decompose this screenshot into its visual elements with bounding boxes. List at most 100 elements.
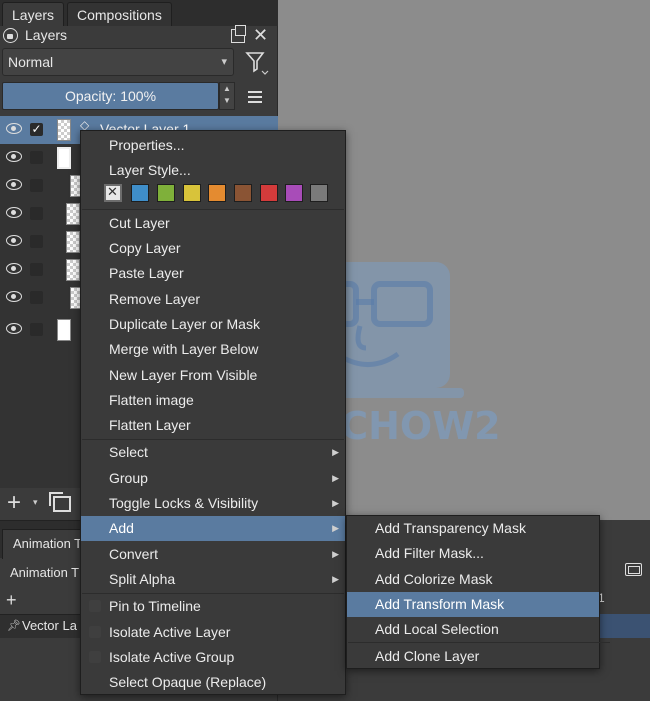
menu-item-pin-timeline[interactable]: Pin to Timeline bbox=[81, 594, 345, 619]
tab-layers[interactable]: Layers bbox=[2, 2, 65, 26]
blend-mode-select[interactable]: Normal ▾ bbox=[2, 48, 234, 76]
menu-item-duplicate-layer[interactable]: Duplicate Layer or Mask bbox=[81, 312, 345, 337]
menu-item-isolate-group[interactable]: Isolate Active Group bbox=[81, 645, 345, 670]
menu-item-flatten-layer[interactable]: Flatten Layer bbox=[81, 413, 345, 438]
layer-checkbox[interactable] bbox=[30, 291, 43, 304]
layer-thumbnail bbox=[66, 203, 80, 225]
menu-item-label: Split Alpha bbox=[109, 571, 176, 587]
duplicate-layer-icon[interactable] bbox=[49, 492, 71, 512]
add-layer-icon[interactable]: + bbox=[7, 491, 21, 515]
layer-thumbnail bbox=[57, 119, 71, 141]
checkbox[interactable] bbox=[89, 651, 101, 663]
docker-title: Layers bbox=[25, 27, 68, 43]
menu-separator bbox=[82, 209, 344, 210]
docker-tabbar: Layers Compositions bbox=[0, 0, 278, 26]
menu-item-label: Isolate Active Group bbox=[109, 649, 235, 665]
blend-mode-value: Normal bbox=[8, 54, 54, 70]
lock-icon[interactable] bbox=[3, 28, 18, 43]
submenu-arrow-icon: ▶ bbox=[332, 498, 339, 508]
submenu-arrow-icon: ▶ bbox=[332, 473, 339, 483]
opacity-slider[interactable]: Opacity: 100% bbox=[2, 82, 219, 110]
submenu-arrow-icon: ▶ bbox=[332, 523, 339, 533]
filter-icon[interactable] bbox=[242, 50, 270, 76]
menu-item-cut-layer[interactable]: Cut Layer bbox=[81, 211, 345, 236]
menu-item-label: Isolate Active Layer bbox=[109, 624, 231, 640]
layer-checkbox[interactable] bbox=[30, 151, 43, 164]
menu-item-merge-below[interactable]: Merge with Layer Below bbox=[81, 337, 345, 362]
layer-checkbox[interactable]: ✓ bbox=[30, 123, 43, 136]
layer-context-menu: Properties... Layer Style... Cut Layer C… bbox=[80, 130, 346, 695]
tab-animation-timeline[interactable]: Animation T bbox=[2, 529, 90, 559]
frame-view-icon[interactable] bbox=[625, 563, 642, 576]
menu-item-copy-layer[interactable]: Copy Layer bbox=[81, 236, 345, 261]
layer-checkbox[interactable] bbox=[30, 323, 43, 336]
layer-checkbox[interactable] bbox=[30, 207, 43, 220]
menu-item-select[interactable]: Select ▶ bbox=[81, 440, 345, 465]
menu-item-flatten-image[interactable]: Flatten image bbox=[81, 388, 345, 413]
color-swatch-orange[interactable] bbox=[208, 184, 226, 202]
eye-icon[interactable] bbox=[6, 207, 22, 218]
menu-item-add-transparency-mask[interactable]: Add Transparency Mask bbox=[347, 516, 599, 541]
submenu-arrow-icon: ▶ bbox=[332, 549, 339, 559]
menu-item-convert[interactable]: Convert ▶ bbox=[81, 542, 345, 567]
layer-checkbox[interactable] bbox=[30, 263, 43, 276]
animation-docker-title: Animation T bbox=[10, 565, 80, 580]
opacity-spinner[interactable]: ▲ ▼ bbox=[219, 82, 235, 110]
menu-item-add-transform-mask[interactable]: Add Transform Mask bbox=[347, 592, 599, 617]
layer-thumbnail bbox=[66, 259, 80, 281]
layer-checkbox[interactable] bbox=[30, 235, 43, 248]
submenu-arrow-icon: ▶ bbox=[332, 447, 339, 457]
color-swatch-gray[interactable] bbox=[310, 184, 328, 202]
timeline-frames-track[interactable] bbox=[598, 614, 650, 638]
no-color-swatch[interactable] bbox=[104, 184, 122, 202]
color-swatch-green[interactable] bbox=[157, 184, 175, 202]
menu-item-toggle-locks[interactable]: Toggle Locks & Visibility ▶ bbox=[81, 491, 345, 516]
menu-item-new-from-visible[interactable]: New Layer From Visible bbox=[81, 363, 345, 388]
color-swatch-brown[interactable] bbox=[234, 184, 252, 202]
chevron-down-icon[interactable]: ▾ bbox=[33, 497, 38, 508]
layer-checkbox[interactable] bbox=[30, 179, 43, 192]
background-layer-thumbnail bbox=[57, 319, 71, 341]
eye-icon[interactable] bbox=[6, 235, 22, 246]
menu-item-add[interactable]: Add ▶ bbox=[81, 516, 345, 541]
checkbox[interactable] bbox=[89, 626, 101, 638]
add-keyframe-icon[interactable]: + bbox=[6, 590, 17, 611]
menu-item-split-alpha[interactable]: Split Alpha ▶ bbox=[81, 567, 345, 592]
checkbox[interactable] bbox=[89, 600, 101, 612]
add-submenu: Add Transparency Mask Add Filter Mask...… bbox=[346, 515, 610, 669]
color-swatch-blue[interactable] bbox=[131, 184, 149, 202]
menu-item-group[interactable]: Group ▶ bbox=[81, 466, 345, 491]
tab-compositions[interactable]: Compositions bbox=[67, 2, 172, 26]
color-swatch-yellow[interactable] bbox=[183, 184, 201, 202]
menu-separator bbox=[348, 642, 610, 643]
eye-icon[interactable] bbox=[6, 263, 22, 274]
eye-icon[interactable] bbox=[6, 151, 22, 162]
color-swatch-red[interactable] bbox=[260, 184, 278, 202]
eye-icon[interactable] bbox=[6, 179, 22, 190]
eye-icon[interactable] bbox=[6, 291, 22, 302]
eye-icon[interactable] bbox=[6, 323, 22, 334]
hamburger-menu-icon[interactable] bbox=[248, 91, 262, 103]
color-swatch-purple[interactable] bbox=[285, 184, 303, 202]
menu-item-remove-layer[interactable]: Remove Layer bbox=[81, 287, 345, 312]
menu-item-properties[interactable]: Properties... bbox=[81, 133, 345, 158]
menu-item-label: Toggle Locks & Visibility bbox=[109, 495, 259, 511]
pin-icon[interactable]: 📌︎ bbox=[7, 619, 21, 632]
menu-item-isolate-layer[interactable]: Isolate Active Layer bbox=[81, 620, 345, 645]
menu-item-label: Select bbox=[109, 444, 148, 460]
menu-item-add-local-selection[interactable]: Add Local Selection bbox=[347, 617, 599, 642]
menu-item-layer-style[interactable]: Layer Style... bbox=[81, 158, 345, 183]
menu-item-add-clone-layer[interactable]: Add Clone Layer bbox=[347, 644, 599, 669]
timeline-layer-name: Vector La bbox=[22, 618, 77, 633]
float-docker-icon[interactable] bbox=[231, 25, 246, 43]
menu-item-add-filter-mask[interactable]: Add Filter Mask... bbox=[347, 541, 599, 566]
menu-item-paste-layer[interactable]: Paste Layer bbox=[81, 261, 345, 286]
submenu-arrow-icon: ▶ bbox=[332, 574, 339, 584]
menu-item-label: Pin to Timeline bbox=[109, 598, 201, 614]
menu-item-select-opaque[interactable]: Select Opaque (Replace) bbox=[81, 670, 345, 695]
eye-icon[interactable] bbox=[6, 123, 22, 134]
menu-item-add-colorize-mask[interactable]: Add Colorize Mask bbox=[347, 567, 599, 592]
menu-item-label: Add bbox=[109, 520, 134, 536]
close-icon[interactable]: ✕ bbox=[253, 25, 268, 45]
menu-item-label: Convert bbox=[109, 546, 159, 562]
